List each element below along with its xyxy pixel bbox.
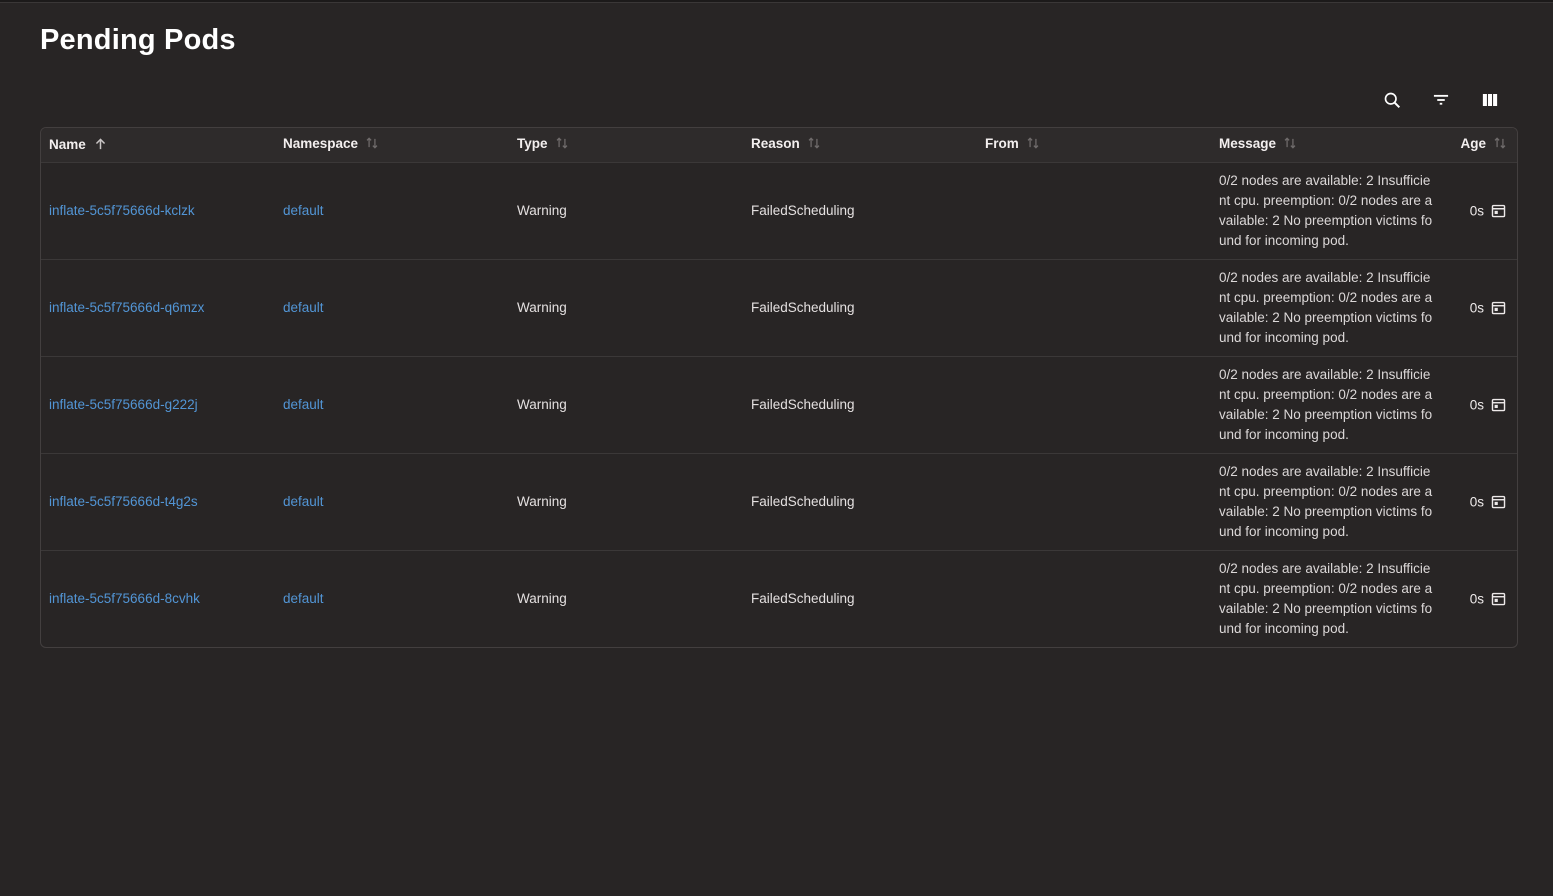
calendar-icon <box>1484 204 1507 219</box>
column-header-name[interactable]: Name <box>41 128 275 162</box>
column-header-age[interactable]: Age <box>1451 128 1517 162</box>
column-label: From <box>985 136 1019 151</box>
search-button[interactable] <box>1379 88 1405 114</box>
column-label: Reason <box>751 136 800 151</box>
column-header-namespace[interactable]: Namespace <box>275 128 509 162</box>
type-value: Warning <box>517 300 567 315</box>
namespace-link[interactable]: default <box>283 494 324 509</box>
filter-button[interactable] <box>1428 88 1454 114</box>
age-value: 0s <box>1470 592 1484 607</box>
arrow-up-down-icon <box>1283 138 1297 153</box>
calendar-icon <box>1484 495 1507 510</box>
message-value: 0/2 nodes are available: 2 Insufficient … <box>1219 462 1451 542</box>
pod-name-link[interactable]: inflate-5c5f75666d-t4g2s <box>49 494 198 509</box>
table-row: inflate-5c5f75666d-8cvhk default Warning… <box>41 550 1517 647</box>
message-value: 0/2 nodes are available: 2 Insufficient … <box>1219 365 1451 445</box>
calendar-icon <box>1484 398 1507 413</box>
pod-name-link[interactable]: inflate-5c5f75666d-kclzk <box>49 203 195 218</box>
column-header-type[interactable]: Type <box>509 128 743 162</box>
view-columns-icon <box>1481 91 1499 112</box>
reason-value: FailedScheduling <box>751 300 855 315</box>
reason-value: FailedScheduling <box>751 397 855 412</box>
message-value: 0/2 nodes are available: 2 Insufficient … <box>1219 559 1451 639</box>
table-header-row: Name Namespace Type Reason From Message <box>41 128 1517 162</box>
column-label: Message <box>1219 136 1276 151</box>
arrow-up-down-icon <box>1026 138 1040 153</box>
pod-name-link[interactable]: inflate-5c5f75666d-q6mzx <box>49 300 204 315</box>
column-header-from[interactable]: From <box>977 128 1211 162</box>
type-value: Warning <box>517 494 567 509</box>
table-row: inflate-5c5f75666d-g222j default Warning… <box>41 356 1517 453</box>
type-value: Warning <box>517 591 567 606</box>
column-label: Age <box>1460 136 1486 151</box>
message-value: 0/2 nodes are available: 2 Insufficient … <box>1219 171 1451 251</box>
age-value: 0s <box>1470 301 1484 316</box>
column-label: Name <box>49 137 86 152</box>
age-value: 0s <box>1470 398 1484 413</box>
table-toolbar <box>0 87 1503 115</box>
table-row: inflate-5c5f75666d-q6mzx default Warning… <box>41 259 1517 356</box>
column-settings-button[interactable] <box>1477 88 1503 114</box>
arrow-up-down-icon <box>807 138 821 153</box>
arrow-up-down-icon <box>1493 138 1507 153</box>
arrow-up-down-icon <box>555 138 569 153</box>
table-row: inflate-5c5f75666d-t4g2s default Warning… <box>41 453 1517 550</box>
filter-icon <box>1431 90 1451 113</box>
pod-name-link[interactable]: inflate-5c5f75666d-g222j <box>49 397 198 412</box>
reason-value: FailedScheduling <box>751 203 855 218</box>
page-title: Pending Pods <box>40 24 1553 57</box>
top-divider <box>0 0 1553 3</box>
pending-pods-table: Name Namespace Type Reason From Message <box>40 127 1518 648</box>
reason-value: FailedScheduling <box>751 591 855 606</box>
arrow-up-down-icon <box>365 138 379 153</box>
arrow-up-icon <box>93 139 108 154</box>
namespace-link[interactable]: default <box>283 591 324 606</box>
namespace-link[interactable]: default <box>283 203 324 218</box>
column-label: Type <box>517 136 548 151</box>
column-header-reason[interactable]: Reason <box>743 128 977 162</box>
column-header-message[interactable]: Message <box>1211 128 1451 162</box>
age-value: 0s <box>1470 495 1484 510</box>
reason-value: FailedScheduling <box>751 494 855 509</box>
type-value: Warning <box>517 397 567 412</box>
message-value: 0/2 nodes are available: 2 Insufficient … <box>1219 268 1451 348</box>
search-icon <box>1382 90 1402 113</box>
column-label: Namespace <box>283 136 358 151</box>
namespace-link[interactable]: default <box>283 397 324 412</box>
pod-name-link[interactable]: inflate-5c5f75666d-8cvhk <box>49 591 200 606</box>
calendar-icon <box>1484 592 1507 607</box>
calendar-icon <box>1484 301 1507 316</box>
age-value: 0s <box>1470 204 1484 219</box>
table-row: inflate-5c5f75666d-kclzk default Warning… <box>41 162 1517 259</box>
namespace-link[interactable]: default <box>283 300 324 315</box>
type-value: Warning <box>517 203 567 218</box>
